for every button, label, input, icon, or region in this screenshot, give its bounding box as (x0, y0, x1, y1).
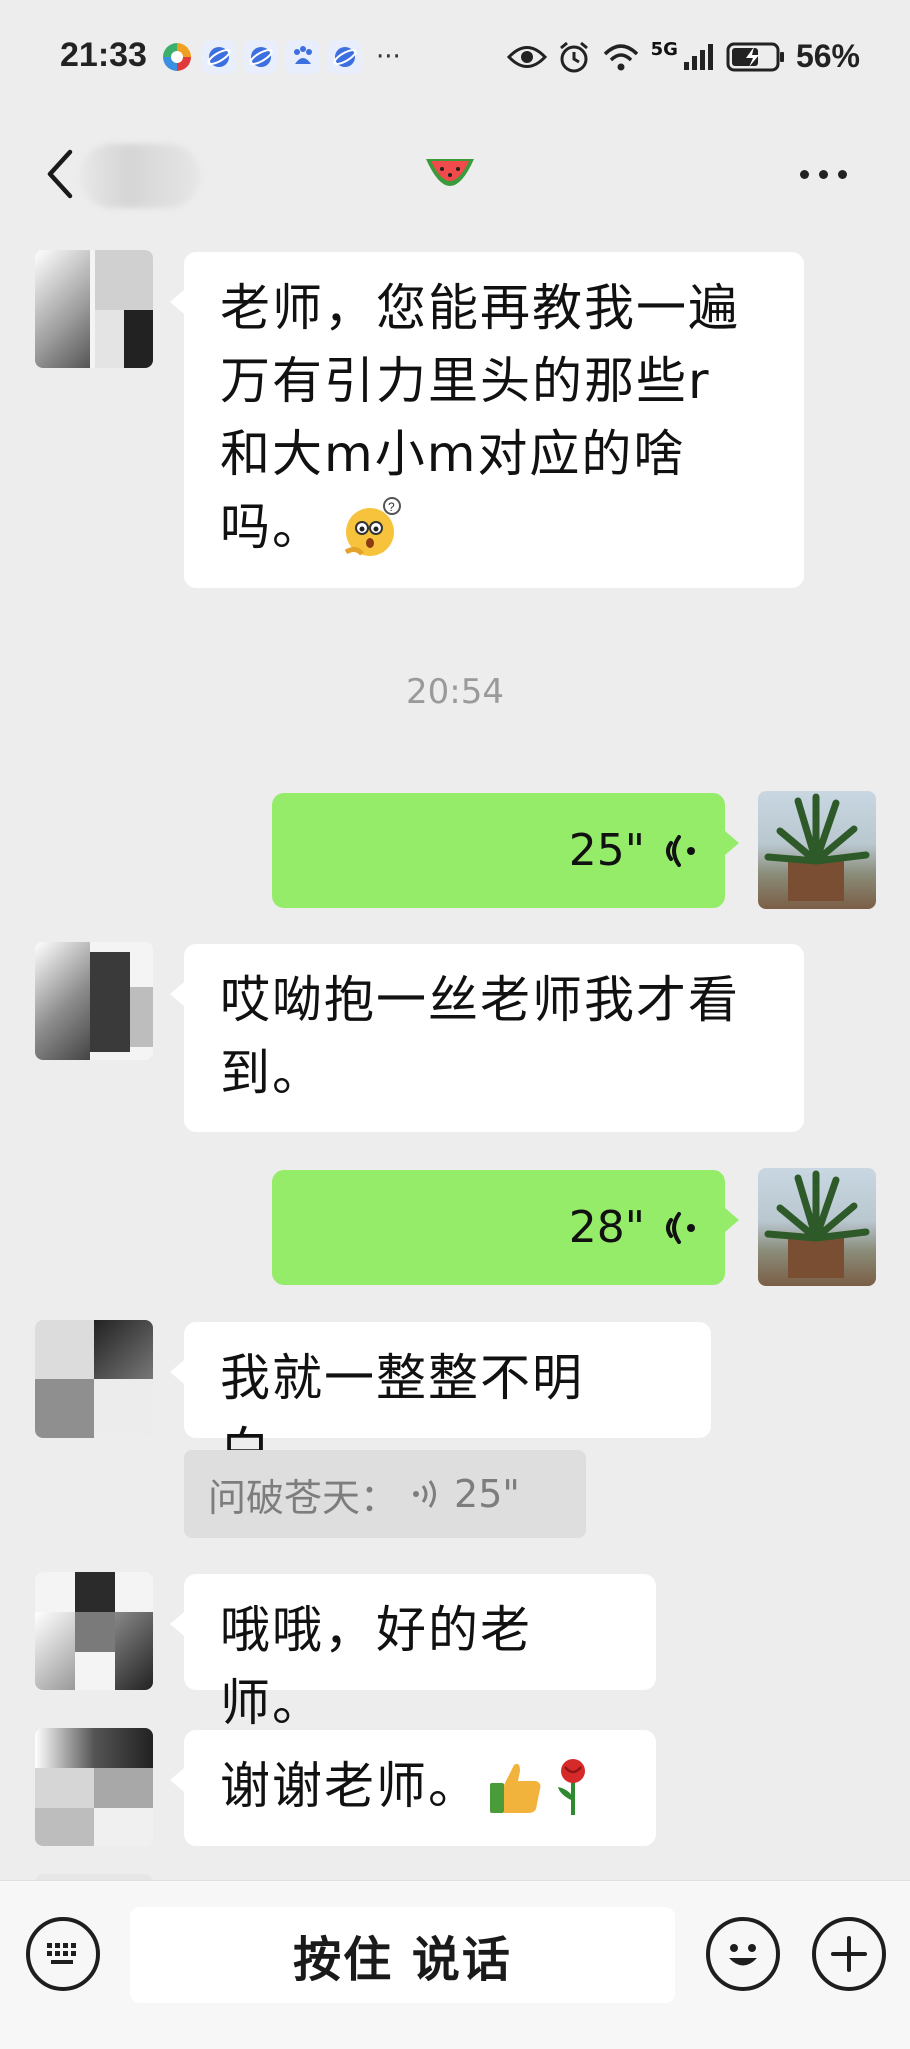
dot (838, 169, 847, 179)
app-notification-icon (160, 40, 194, 74)
contact-avatar[interactable] (35, 942, 153, 1060)
message-bubble[interactable]: 哦哦，好的老师。 (170, 1574, 656, 1732)
more-options-button[interactable] (800, 164, 860, 184)
signal-icon (683, 43, 713, 70)
voice-wave-icon (666, 1211, 695, 1244)
quoted-message[interactable]: 问破苍天： 25" (184, 1450, 586, 1538)
voice-wave-icon (413, 1480, 437, 1508)
voice-message-bubble[interactable]: 25" (272, 793, 739, 908)
dot (800, 169, 809, 179)
contact-avatar[interactable] (35, 1320, 153, 1438)
message-line: 和大m小m对应的啥 (220, 425, 686, 483)
my-avatar[interactable] (758, 1168, 876, 1286)
eye-icon (506, 45, 547, 68)
input-bar: 按住 说话 (0, 1880, 910, 2049)
status-time: 21:33 (60, 36, 147, 74)
baidu-notification-icon (286, 40, 320, 74)
notification-icons: ··· (160, 40, 401, 74)
message-bubble[interactable]: 谢谢老师。 (170, 1730, 656, 1846)
battery-percent: 56% (795, 38, 860, 74)
svg-text:?: ? (388, 500, 397, 514)
chat-header (0, 112, 910, 238)
thumbs-up-emoji (490, 1763, 541, 1813)
my-avatar[interactable] (758, 791, 876, 909)
planet-notification-icon (328, 40, 362, 74)
message-line: 到。 (220, 1044, 324, 1102)
message-bubble[interactable]: 哎呦抱一丝老师我才看 到。 (170, 944, 804, 1132)
message-line: 万有引力里头的那些r (220, 352, 711, 410)
wifi-icon (603, 43, 638, 70)
emoji-button[interactable] (706, 1917, 780, 1991)
planet-notification-icon (202, 40, 236, 74)
system-status-icons: 5G 56% (506, 38, 860, 75)
message-bubble[interactable]: 老师，您能再教我一遍 万有引力里头的那些r 和大m小m对应的啥 吗。 ? (170, 252, 804, 588)
voice-duration: 28" (568, 1202, 645, 1253)
quote-sender: 问破苍天： (208, 1475, 399, 1520)
contact-avatar[interactable] (35, 1572, 153, 1690)
message-list[interactable]: 老师，您能再教我一遍 万有引力里头的那些r 和大m小m对应的啥 吗。 ? 20:… (0, 238, 910, 1880)
message-line: 哦哦，好的老师。 (220, 1601, 532, 1732)
planet-notification-icon (244, 40, 278, 74)
rose-emoji (558, 1758, 585, 1815)
message-line: 吗。 (220, 498, 324, 556)
chevron-left-icon (47, 149, 73, 199)
voice-wave-icon (666, 834, 695, 867)
contact-name-redacted (80, 144, 200, 208)
voice-message-bubble[interactable]: 28" (272, 1170, 739, 1285)
plus-icon (831, 1936, 867, 1972)
thinking-face-emoji: ? (344, 496, 401, 556)
more-notifications-indicator: ··· (376, 42, 401, 72)
dot (819, 169, 828, 179)
network-type: 5G (650, 39, 678, 60)
message-line: 老师，您能再教我一遍 (220, 279, 740, 337)
contact-avatar[interactable] (35, 1728, 153, 1846)
keyboard-icon (47, 1943, 76, 1964)
battery-icon (726, 42, 784, 71)
watermelon-icon (420, 147, 480, 203)
alarm-icon (559, 41, 588, 72)
contact-avatar[interactable] (35, 250, 153, 368)
keyboard-toggle-button[interactable] (26, 1917, 100, 1991)
message-timestamp: 20:54 (406, 672, 504, 712)
status-bar: 21:33 ··· 5G 56% (0, 0, 910, 112)
smiley-icon (729, 1944, 757, 1966)
voice-duration: 25" (568, 825, 645, 876)
message-bubble[interactable]: 我就一整整不明白。 (170, 1322, 711, 1480)
quote-voice-duration: 25" (454, 1472, 520, 1516)
hold-to-talk-button[interactable]: 按住 说话 (130, 1907, 675, 2003)
message-line: 谢谢老师。 (220, 1757, 480, 1815)
more-features-button[interactable] (812, 1917, 886, 1991)
message-line: 哎呦抱一丝老师我才看 (220, 971, 740, 1029)
